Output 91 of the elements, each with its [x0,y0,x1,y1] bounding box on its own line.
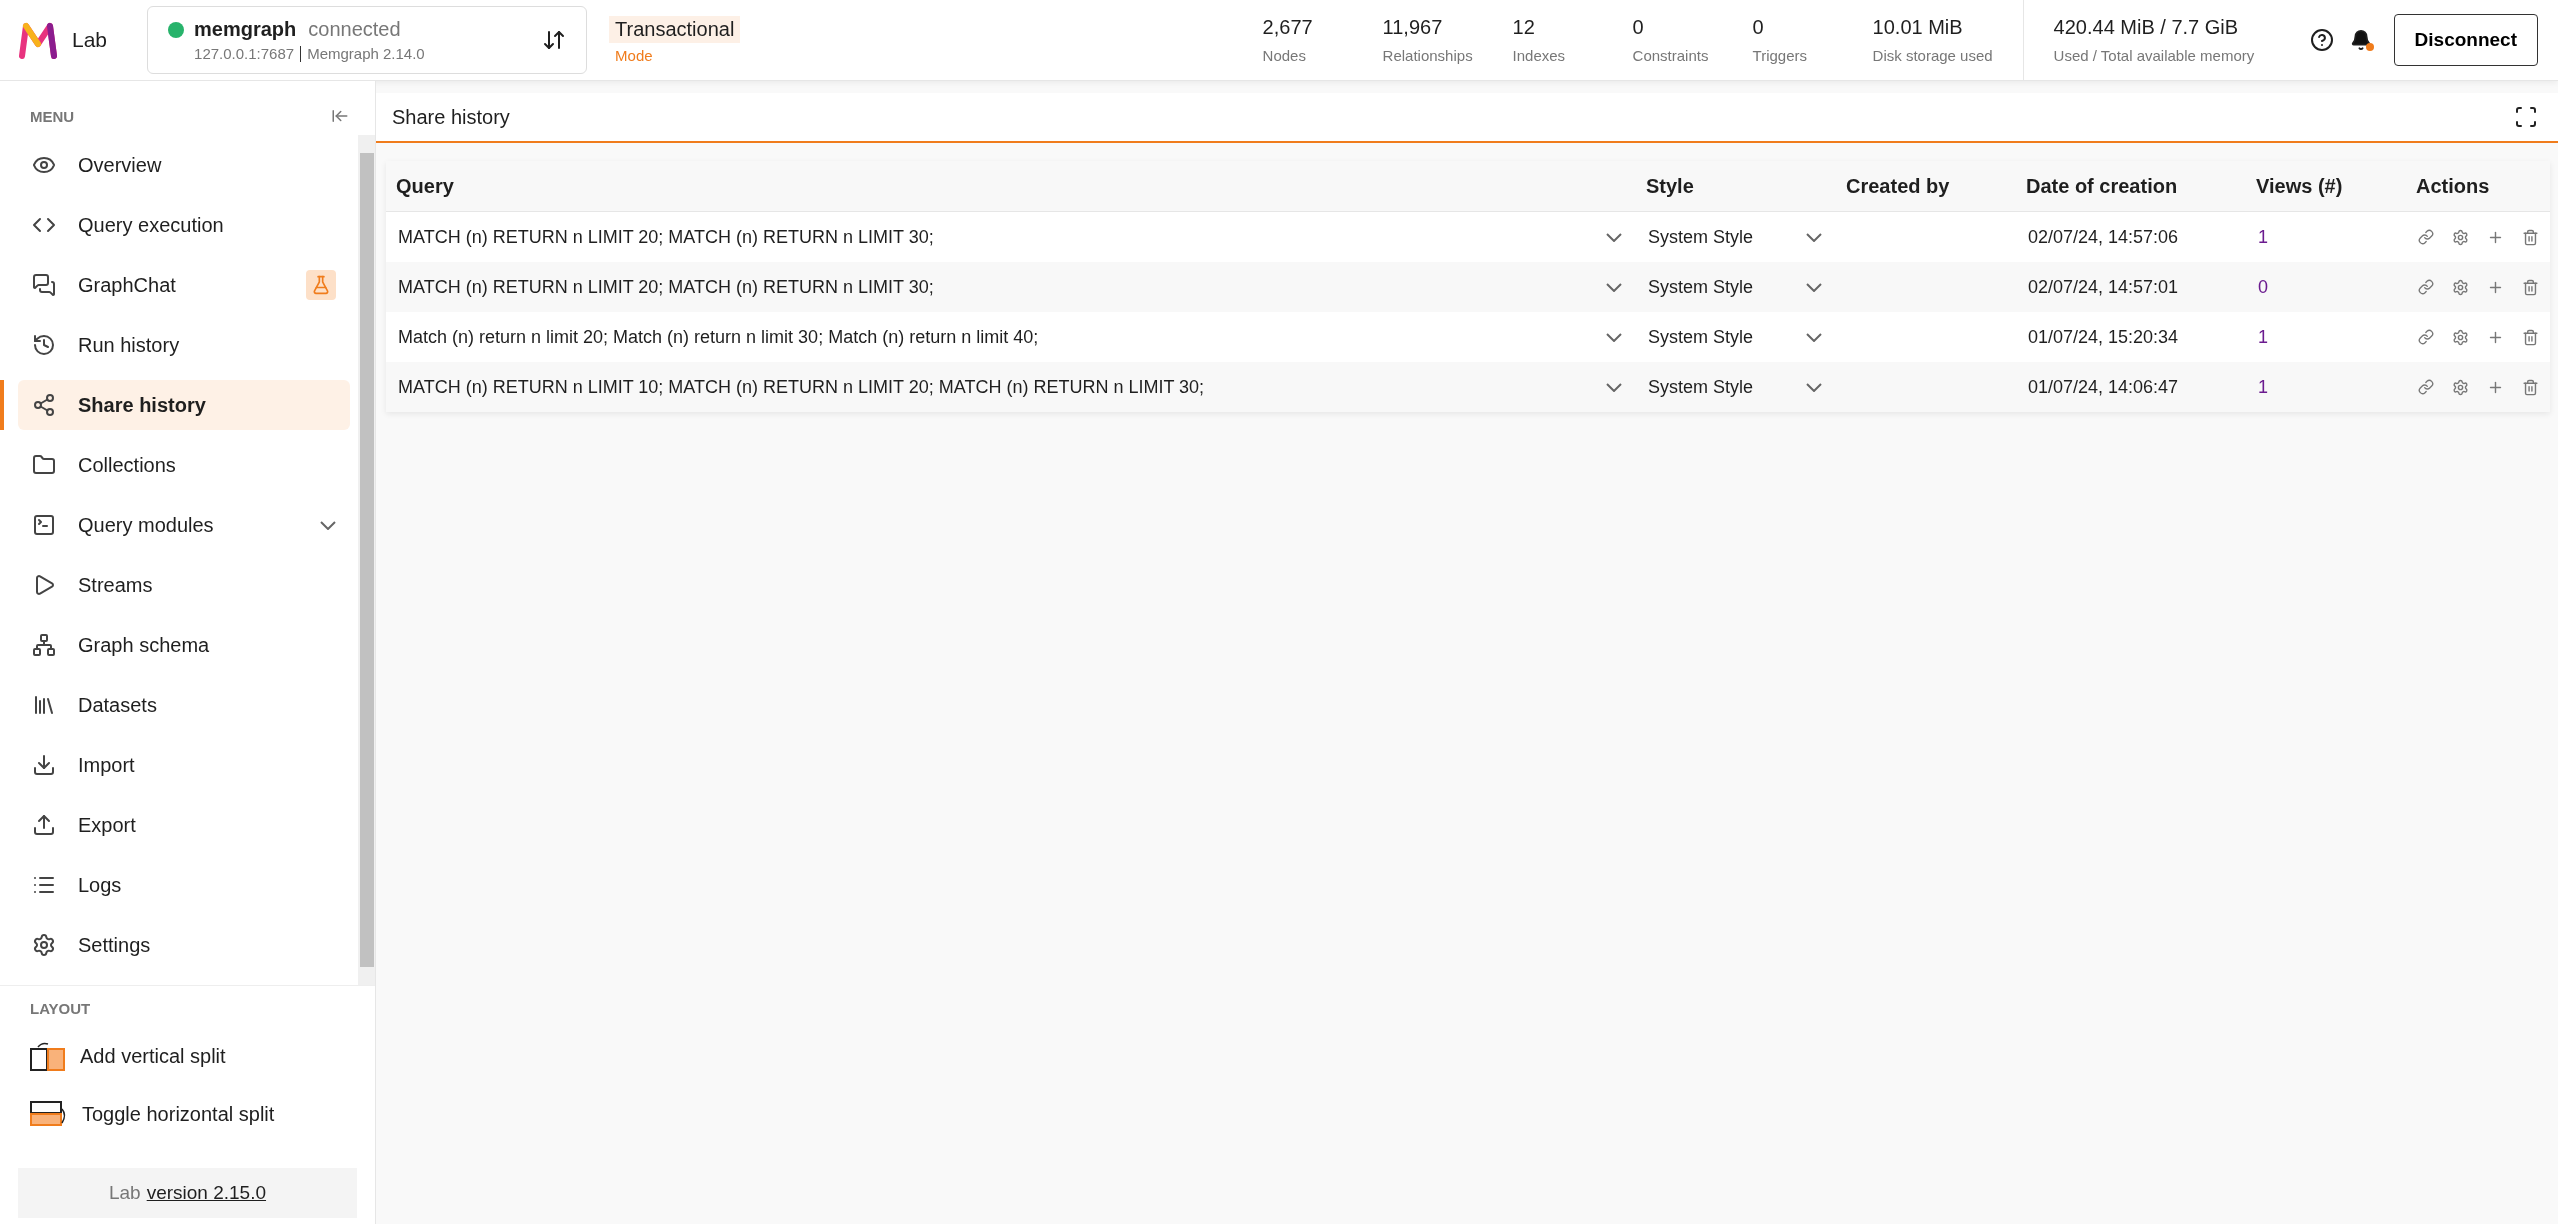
chevron-icon [1606,332,1622,342]
column-header: Actions [2415,174,2491,198]
notification-icon[interactable] [2349,29,2372,51]
share-icon [32,393,56,417]
link-icon[interactable] [2418,278,2434,295]
memory-value: 420.44 MiB / 7.7 GiB [2053,16,2240,39]
collapse-icon[interactable] [331,107,349,125]
chevron-icon [1606,232,1622,242]
style-select[interactable]: System Style [1636,262,1836,312]
query-select[interactable]: MATCH (n) RETURN n LIMIT 20; MATCH (n) RETURN n LIMIT 30; [386,262,1636,312]
stat-value: 2,677 [1262,16,1314,39]
switch-icon[interactable] [542,28,567,52]
stat-value: 10.01 MiB [1872,16,1964,39]
date-cell-text: 02/07/24, 14:57:06 [2027,226,2180,248]
disconnect-button[interactable]: Disconnect [2393,14,2538,66]
column-header: Created by [1845,174,1951,198]
chevron-icon [1806,232,1822,242]
mode-label: Mode [614,47,654,64]
panel-title: Share history [392,105,510,129]
column-header: Date of creation [2025,174,2179,198]
stat-value: 0 [1752,16,1765,39]
chevron-icon [1806,282,1822,292]
chevron-icon [1806,332,1822,342]
stat-label: Disk storage used [1872,47,1994,64]
layout-item[interactable]: Toggle horizontal split [18,1089,357,1139]
stat-label: Triggers [1752,47,1809,64]
stat-label: Relationships [1382,47,1474,64]
column-header: Views (#) [2255,174,2344,198]
query-select[interactable]: MATCH (n) RETURN n LIMIT 20; MATCH (n) RETURN n LIMIT 30; [386,212,1636,262]
upload-icon [32,813,56,837]
delete-icon[interactable] [2522,228,2539,246]
views-cell-text: 1 [2257,326,2269,348]
date-cell-text: 02/07/24, 14:57:01 [2027,276,2180,298]
column-header: Style [1645,174,1695,198]
download-icon [32,753,56,777]
query-select[interactable]: Match (n) return n limit 20; Match (n) return n limit 30; Match (n) return n limit 40; [386,312,1636,362]
views-cell-text: 0 [2257,276,2269,298]
flask-icon [306,270,336,300]
stat-value: 0 [1632,16,1645,39]
style-select[interactable]: System Style [1636,362,1836,412]
version-link[interactable]: version 2.15.0 [146,1182,267,1204]
logo-icon [18,20,58,60]
terminal-icon [32,513,56,537]
chevron-icon [1606,382,1622,392]
connection-card[interactable]: memgraph connected 127.0.0.1:7687 Memgraph 2.14.0 [147,6,588,74]
link-icon[interactable] [2418,328,2434,345]
date-cell-text: 01/07/24, 15:20:34 [2027,326,2180,348]
stat-value: 12 [1512,16,1536,39]
memory-label: Used / Total available memory [2053,47,2256,64]
delete-icon[interactable] [2522,328,2539,346]
settings-icon[interactable] [2452,228,2469,246]
host-address: 127.0.0.1:7687 [194,45,295,62]
connection-status: connected [308,18,401,41]
views-cell-text: 1 [2257,226,2269,248]
help-icon[interactable] [2309,28,2334,52]
horizontal-split-icon [30,1099,68,1129]
views-cell-text: 1 [2257,376,2269,398]
settings-icon [32,933,56,957]
stat-value: 11,967 [1382,16,1444,39]
layout-item[interactable]: Add vertical split [18,1031,357,1081]
stat-label: Nodes [1262,47,1307,64]
chevron-icon [1606,282,1622,292]
settings-icon[interactable] [2452,378,2469,396]
instance-name: memgraph [194,18,297,41]
hierarchy-icon [32,633,56,657]
stat-label: Indexes [1512,47,1567,64]
folder-icon [32,453,56,477]
footer-label: Lab [108,1182,141,1204]
link-icon[interactable] [2418,228,2434,245]
settings-icon[interactable] [2452,278,2469,296]
menu-heading: MENU [30,107,75,125]
stat-label: Constraints [1632,47,1710,64]
chat-icon [32,273,56,297]
style-select[interactable]: System Style [1636,312,1836,362]
library-icon [32,693,56,717]
link-icon[interactable] [2418,378,2434,395]
fullscreen-icon[interactable] [2514,105,2538,129]
layout-heading: LAYOUT [30,1000,91,1017]
style-select[interactable]: System Style [1636,212,1836,262]
delete-icon[interactable] [2522,378,2539,396]
delete-icon[interactable] [2522,278,2539,296]
mode-value: Transactional [609,16,741,43]
column-header: Query [395,174,455,198]
query-select[interactable]: MATCH (n) RETURN n LIMIT 10; MATCH (n) RETURN n LIMIT 20; MATCH (n) RETURN n LIMIT 30; [386,362,1636,412]
logo-text: Lab [72,28,108,52]
chevron-icon [1806,382,1822,392]
server-version: Memgraph 2.14.0 [307,45,425,62]
settings-icon[interactable] [2452,328,2469,346]
date-cell-text: 01/07/24, 14:06:47 [2027,376,2180,398]
vertical-split-icon [30,1041,66,1071]
history-icon [32,333,56,357]
